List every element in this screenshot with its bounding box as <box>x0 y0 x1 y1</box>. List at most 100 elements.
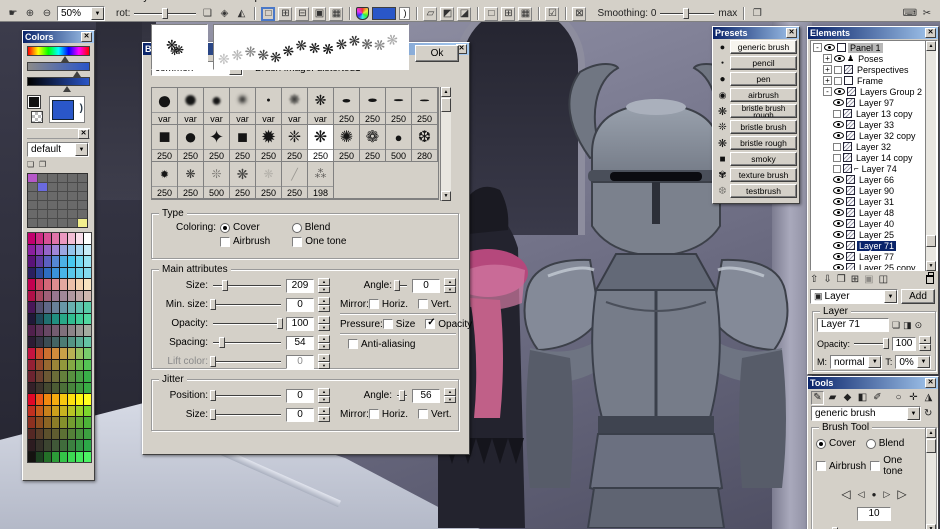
mini-swatch[interactable] <box>38 219 47 227</box>
palette-swatch[interactable] <box>84 371 91 382</box>
mini-swatch[interactable] <box>78 210 87 218</box>
jitter-mirror-vert-checkbox[interactable] <box>418 409 429 419</box>
active-color-preview[interactable]: ) <box>49 96 85 123</box>
palette-swatch[interactable] <box>28 428 35 439</box>
palette-swatch[interactable] <box>84 325 91 336</box>
palette-swatch[interactable] <box>60 256 67 267</box>
spin-up-icon[interactable]: ▲ <box>919 336 931 344</box>
palette-swatch[interactable] <box>76 348 83 359</box>
spinner[interactable]: ▲ ▼ <box>318 278 330 293</box>
spin-down-icon[interactable]: ▼ <box>318 323 330 331</box>
pressure-size-checkbox[interactable] <box>382 319 393 329</box>
tree-row[interactable]: Layer 33 <box>811 119 937 130</box>
mini-swatch[interactable] <box>78 201 87 209</box>
select-lasso-icon[interactable]: ◩ <box>440 6 455 21</box>
spacing-slider-thumb[interactable] <box>218 337 225 348</box>
visibility-eye-icon[interactable] <box>833 121 844 128</box>
brush-cell[interactable]: ❋ var <box>282 88 308 124</box>
add-layer-button[interactable]: Add <box>901 289 935 304</box>
mini-swatch[interactable] <box>58 201 67 209</box>
angle-slider[interactable] <box>393 280 408 291</box>
palette-swatch[interactable] <box>36 244 43 255</box>
jitter-position-value[interactable]: 0 <box>286 388 314 403</box>
palette-swatch[interactable] <box>60 417 67 428</box>
liftcolor-value[interactable]: 0 <box>286 354 314 369</box>
elements-close-icon[interactable]: ✕ <box>925 28 936 38</box>
preset-button[interactable]: airbrush <box>730 88 797 102</box>
brush-cell[interactable]: ⁂ 198 <box>308 162 334 198</box>
palette-swatch[interactable] <box>44 336 51 347</box>
layer-link-icon[interactable]: ❏ <box>892 320 900 331</box>
visibility-eye-icon[interactable] <box>834 88 845 95</box>
visibility-eye-icon[interactable] <box>833 99 844 106</box>
layer-duplicate-icon[interactable]: ❐ <box>837 274 846 285</box>
mini-swatch[interactable] <box>68 201 77 209</box>
mini-swatch[interactable] <box>58 210 67 218</box>
view-full-icon[interactable]: ▣ <box>312 6 327 21</box>
knife-tool-icon[interactable]: ◆ <box>841 391 854 405</box>
palette-swatch[interactable] <box>84 290 91 301</box>
pressure-opacity-checkbox[interactable] <box>425 317 436 329</box>
visibility-checkbox[interactable] <box>833 109 841 118</box>
palette-swatch[interactable] <box>84 313 91 324</box>
menu-layer[interactable]: Layer <box>132 0 157 3</box>
menu-select[interactable]: Select <box>168 0 196 3</box>
mini-swatch[interactable] <box>78 219 87 227</box>
pencil-tool-icon[interactable]: ✎ <box>811 390 824 405</box>
tree-scrollbar[interactable]: ▲ ▼ <box>925 41 936 271</box>
liftcolor-slider[interactable] <box>210 356 282 367</box>
palette-swatch[interactable] <box>36 428 43 439</box>
palette-swatch[interactable] <box>76 302 83 313</box>
palette-swatch[interactable] <box>36 359 43 370</box>
brush-cell[interactable]: ● var <box>230 88 256 124</box>
palette-swatch[interactable] <box>28 359 35 370</box>
spin-down-icon[interactable]: ▼ <box>318 285 330 293</box>
spin-up-icon[interactable]: ▲ <box>444 388 456 396</box>
flip-page-icon[interactable]: ❏ <box>200 7 214 21</box>
mini-swatch[interactable] <box>68 183 77 191</box>
palette-swatch[interactable] <box>84 359 91 370</box>
palette-swatch[interactable] <box>28 290 35 301</box>
palette-swatch[interactable] <box>36 371 43 382</box>
palette-swatch[interactable] <box>68 302 75 313</box>
palette-swatch[interactable] <box>60 394 67 405</box>
select-apply-icon[interactable]: ☑ <box>545 6 560 21</box>
palette-swatch[interactable] <box>84 394 91 405</box>
visibility-eye-icon[interactable] <box>833 242 844 249</box>
mini-swatch[interactable] <box>58 174 67 182</box>
brush-cell[interactable]: ❆ 280 <box>412 125 438 161</box>
mini-swatch[interactable] <box>28 210 37 218</box>
mini-swatch[interactable] <box>28 219 37 227</box>
palette-swatch[interactable] <box>68 267 75 278</box>
minsize-value[interactable]: 0 <box>286 297 314 312</box>
palette-swatch[interactable] <box>68 405 75 416</box>
palette-swatch[interactable] <box>28 267 35 278</box>
palette-swatch[interactable] <box>84 279 91 290</box>
zoom-level-select[interactable]: 50% ▼ <box>57 6 105 21</box>
palette-swatch[interactable] <box>76 313 83 324</box>
palette-swatch[interactable] <box>28 325 35 336</box>
tree-row[interactable]: - Layers Group 2 <box>811 86 937 97</box>
palette-swatch[interactable] <box>76 417 83 428</box>
palette-swatch[interactable] <box>60 336 67 347</box>
palette-swatch[interactable] <box>36 440 43 451</box>
spin-up-icon[interactable]: ▲ <box>318 297 330 305</box>
mini-swatch[interactable] <box>38 210 47 218</box>
brush-cell[interactable]: ❊ 500 <box>204 162 230 198</box>
spinner[interactable]: ▲ ▼ <box>318 388 330 403</box>
palette-swatch[interactable] <box>28 451 35 462</box>
rotation-slider[interactable] <box>133 8 197 19</box>
visibility-eye-icon[interactable] <box>833 187 844 194</box>
palette-swatch[interactable] <box>68 279 75 290</box>
brush-cell[interactable]: ● var <box>256 88 282 124</box>
tool-cover-radio[interactable] <box>816 438 826 449</box>
palette-swatch[interactable] <box>76 394 83 405</box>
palette-swatch[interactable] <box>28 405 35 416</box>
palette-swatch[interactable] <box>60 451 67 462</box>
palette-swatch[interactable] <box>68 290 75 301</box>
palette-swatch[interactable] <box>36 405 43 416</box>
palette-swatch[interactable] <box>60 244 67 255</box>
palette-swatch[interactable] <box>84 428 91 439</box>
brush-size-value[interactable]: 10 <box>857 507 891 521</box>
mini-swatch[interactable] <box>48 201 57 209</box>
